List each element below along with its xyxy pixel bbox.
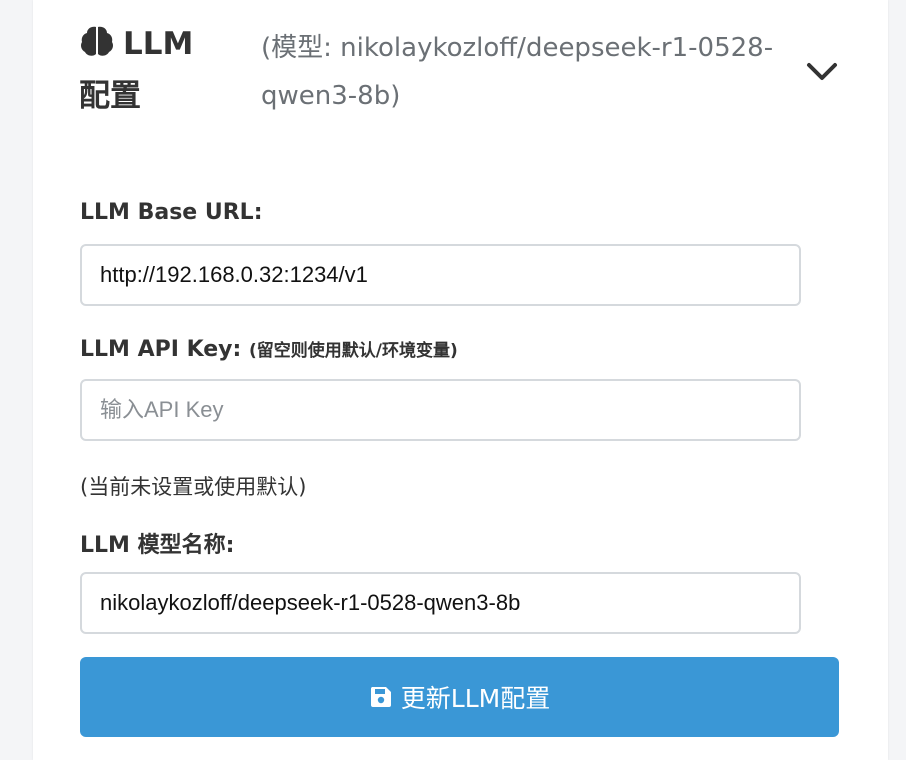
save-icon [370,687,391,707]
api-key-label-hint: (留空则使用默认/环境变量) [248,341,458,361]
brain-icon [81,26,113,56]
llm-config-card: LLM 配置 (模型: nikolaykozloff/deepseek-r1-0… [33,0,888,760]
current-model-hint: (模型: nikolaykozloff/deepseek-r1-0528-qwe… [261,33,774,111]
section-header[interactable]: LLM 配置 (模型: nikolaykozloff/deepseek-r1-0… [33,0,888,150]
api-key-label-text: LLM API Key: [80,337,242,362]
model-name-input[interactable] [80,572,801,634]
section-title: LLM 配置 [79,18,219,122]
update-llm-config-button[interactable]: 更新LLM配置 [80,657,839,737]
base-url-label: LLM Base URL: [80,200,263,225]
chevron-down-icon[interactable] [804,56,840,86]
update-llm-config-label: 更新LLM配置 [400,684,551,713]
api-key-label: LLM API Key: (留空则使用默认/环境变量) [80,336,458,362]
api-key-status: (当前未设置或使用默认) [80,475,307,499]
api-key-input[interactable] [80,379,801,441]
base-url-input[interactable] [80,244,801,306]
model-name-label: LLM 模型名称: [80,533,235,558]
